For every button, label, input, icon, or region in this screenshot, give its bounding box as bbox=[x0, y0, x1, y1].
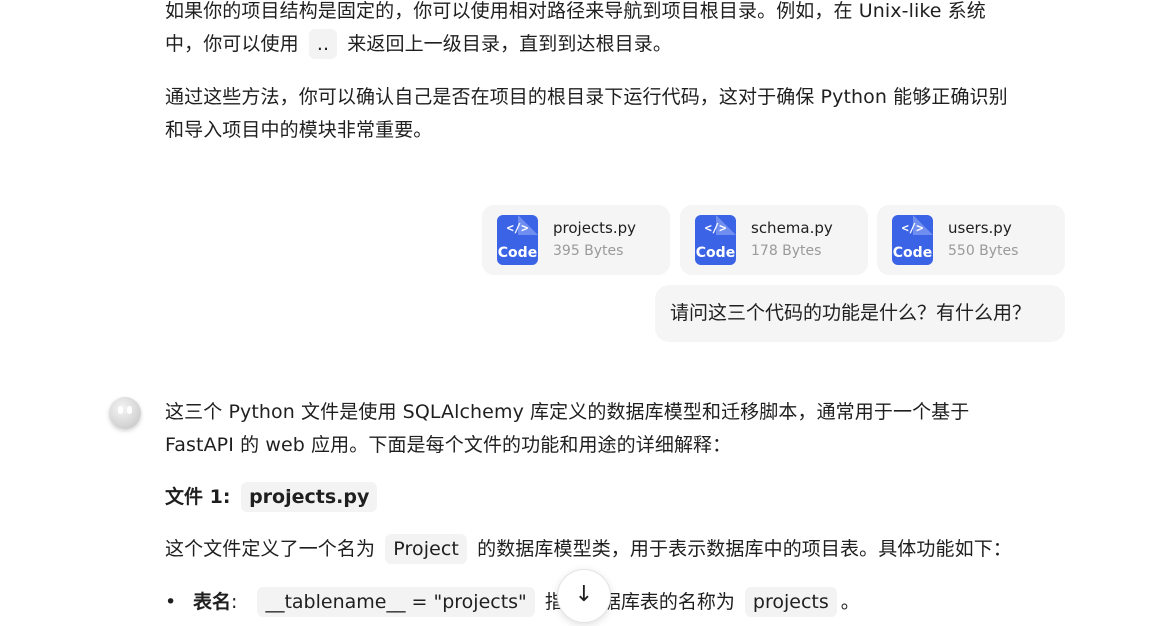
arrow-down-icon: ↓ bbox=[574, 582, 594, 607]
inline-code: Project bbox=[385, 534, 467, 564]
paragraph-text: 的数据库模型类，用于表示数据库中的项目表。具体功能如下： bbox=[477, 538, 1012, 560]
paragraph-line: FastAPI 的 web 应用。下面是每个文件的功能和用途的详细解释： bbox=[165, 434, 732, 456]
list-item: • 表名: __tablename__ = "projects" 指定数据库表的名… bbox=[165, 585, 860, 619]
assistant-previous-paragraph: 如果你的项目结构是固定的，你可以使用相对路径来导航到项目根目录。例如，在 Uni… bbox=[165, 0, 1045, 61]
assistant-avatar-icon bbox=[109, 397, 141, 429]
inline-code: __tablename__ = "projects" bbox=[257, 587, 535, 617]
assistant-answer-intro: 这三个 Python 文件是使用 SQLAlchemy 库定义的数据库模型和迁移… bbox=[165, 396, 1045, 462]
paragraph-text: 这个文件定义了一个名为 bbox=[165, 538, 376, 560]
code-file-icon: </> Code bbox=[695, 215, 736, 265]
attachment-card-projects[interactable]: </> Code projects.py 395 Bytes bbox=[482, 205, 670, 275]
paragraph-line: 通过这些方法，你可以确认自己是否在项目的根目录下运行代码，这对于确保 Pytho… bbox=[165, 86, 1008, 108]
bullet-colon: : bbox=[231, 591, 238, 613]
scroll-to-bottom-button[interactable]: ↓ bbox=[557, 569, 611, 623]
inline-code: .. bbox=[308, 29, 338, 59]
attachment-size: 395 Bytes bbox=[553, 243, 624, 259]
paragraph-line: 中，你可以使用 .. 来返回上一级目录，直到到达根目录。 bbox=[165, 28, 1045, 61]
attachment-name: schema.py bbox=[751, 219, 833, 237]
file-description: 这个文件定义了一个名为 Project 的数据库模型类，用于表示数据库中的项目表… bbox=[165, 533, 1045, 566]
paragraph-text: 中，你可以使用 bbox=[165, 33, 299, 55]
attachment-size: 178 Bytes bbox=[751, 243, 822, 259]
bullet-text-end: 。 bbox=[840, 591, 860, 613]
inline-code: projects bbox=[744, 587, 837, 617]
bullet-dot: • bbox=[165, 591, 177, 613]
paragraph-line: 如果你的项目结构是固定的，你可以使用相对路径来导航到项目根目录。例如，在 Uni… bbox=[165, 0, 986, 22]
paragraph-text: 来返回上一级目录，直到到达根目录。 bbox=[347, 33, 672, 55]
paragraph-line: 这三个 Python 文件是使用 SQLAlchemy 库定义的数据库模型和迁移… bbox=[165, 401, 970, 423]
attachment-card-users[interactable]: </> Code users.py 550 Bytes bbox=[877, 205, 1065, 275]
code-file-icon: </> Code bbox=[892, 215, 933, 265]
attachment-name: projects.py bbox=[553, 219, 637, 237]
attachment-name: users.py bbox=[948, 219, 1012, 237]
code-file-icon: </> Code bbox=[497, 215, 538, 265]
paragraph-line: 这个文件定义了一个名为 Project 的数据库模型类，用于表示数据库中的项目表… bbox=[165, 533, 1045, 566]
user-message-bubble: 请问这三个代码的功能是什么？有什么用？ bbox=[655, 285, 1065, 342]
inline-code: projects.py bbox=[241, 482, 378, 512]
heading-label: 文件 1: bbox=[165, 486, 231, 508]
paragraph-line: 和导入项目中的模块非常重要。 bbox=[165, 119, 433, 141]
bullet-label: 表名 bbox=[193, 591, 232, 613]
chat-page: 如果你的项目结构是固定的，你可以使用相对路径来导航到项目根目录。例如，在 Uni… bbox=[0, 0, 1155, 626]
assistant-previous-paragraph-2: 通过这些方法，你可以确认自己是否在项目的根目录下运行代码，这对于确保 Pytho… bbox=[165, 81, 1045, 147]
attachment-card-schema[interactable]: </> Code schema.py 178 Bytes bbox=[680, 205, 868, 275]
section-heading: 文件 1: projects.py bbox=[165, 480, 381, 514]
attachment-size: 550 Bytes bbox=[948, 243, 1019, 259]
